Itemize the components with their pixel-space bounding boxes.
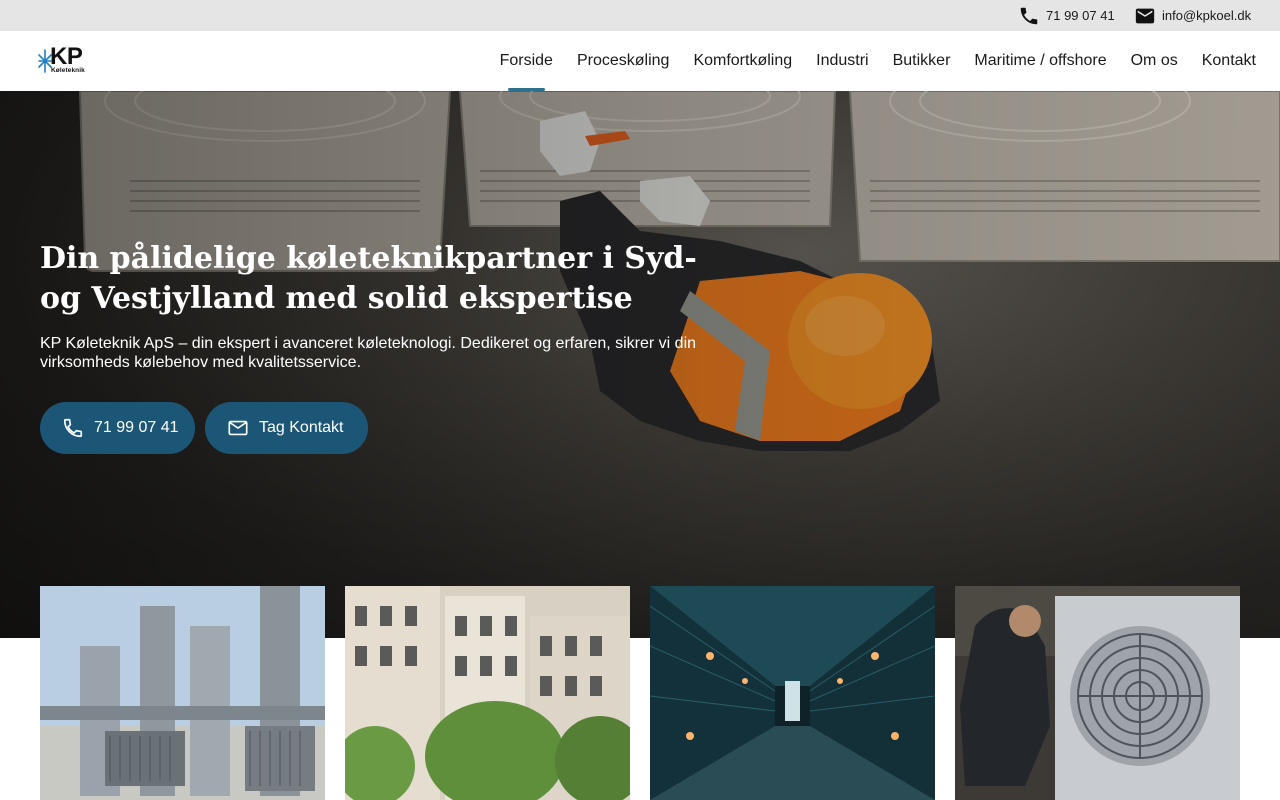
topbar-phone-text: 71 99 07 41 — [1046, 8, 1115, 23]
nav-item-proceskoling[interactable]: Proceskøling — [577, 31, 669, 91]
card-komfortkoling-image[interactable] — [345, 586, 630, 800]
nav-item-kontakt[interactable]: Kontakt — [1202, 31, 1256, 91]
logo-subtitle: Køleteknik — [51, 67, 85, 74]
nav-item-komfortkoling[interactable]: Komfortkøling — [693, 31, 792, 91]
topbar-email-text: info@kpkoel.dk — [1162, 8, 1252, 23]
service-cards — [0, 586, 1280, 800]
call-button[interactable]: 71 99 07 41 — [40, 402, 195, 454]
card-proceskoling-image[interactable] — [40, 586, 325, 800]
top-bar: 71 99 07 41 info@kpkoel.dk — [0, 0, 1280, 31]
nav-item-maritime[interactable]: Maritime / offshore — [974, 31, 1106, 91]
hero-section: Din pålidelige køleteknikpartner i Syd- … — [0, 91, 1280, 638]
call-button-label: 71 99 07 41 — [94, 419, 179, 436]
nav-item-butikker[interactable]: Butikker — [893, 31, 951, 91]
site-header: KP Køleteknik Forside Proceskøling Komfo… — [0, 31, 1280, 91]
contact-button[interactable]: Tag Kontakt — [205, 402, 368, 454]
phone-icon — [1020, 7, 1038, 24]
mail-icon — [228, 420, 248, 436]
card-industri-image[interactable] — [650, 586, 935, 800]
main-nav: Forside Proceskøling Komfortkøling Indus… — [500, 31, 1256, 91]
phone-icon — [63, 418, 83, 438]
nav-item-forside[interactable]: Forside — [500, 31, 553, 91]
nav-item-om-os[interactable]: Om os — [1131, 31, 1178, 91]
logo[interactable]: KP Køleteknik — [38, 43, 92, 77]
hero-title: Din pålidelige køleteknikpartner i Syd- … — [40, 241, 697, 316]
card-butikker-image[interactable] — [955, 586, 1240, 800]
topbar-email-link[interactable]: info@kpkoel.dk — [1134, 0, 1251, 31]
hero-text: KP Køleteknik ApS – din ekspert i avance… — [40, 335, 697, 371]
nav-item-industri[interactable]: Industri — [816, 31, 868, 91]
mail-icon — [1135, 8, 1155, 23]
contact-button-label: Tag Kontakt — [259, 419, 344, 436]
topbar-phone-link[interactable]: 71 99 07 41 — [1018, 0, 1115, 31]
